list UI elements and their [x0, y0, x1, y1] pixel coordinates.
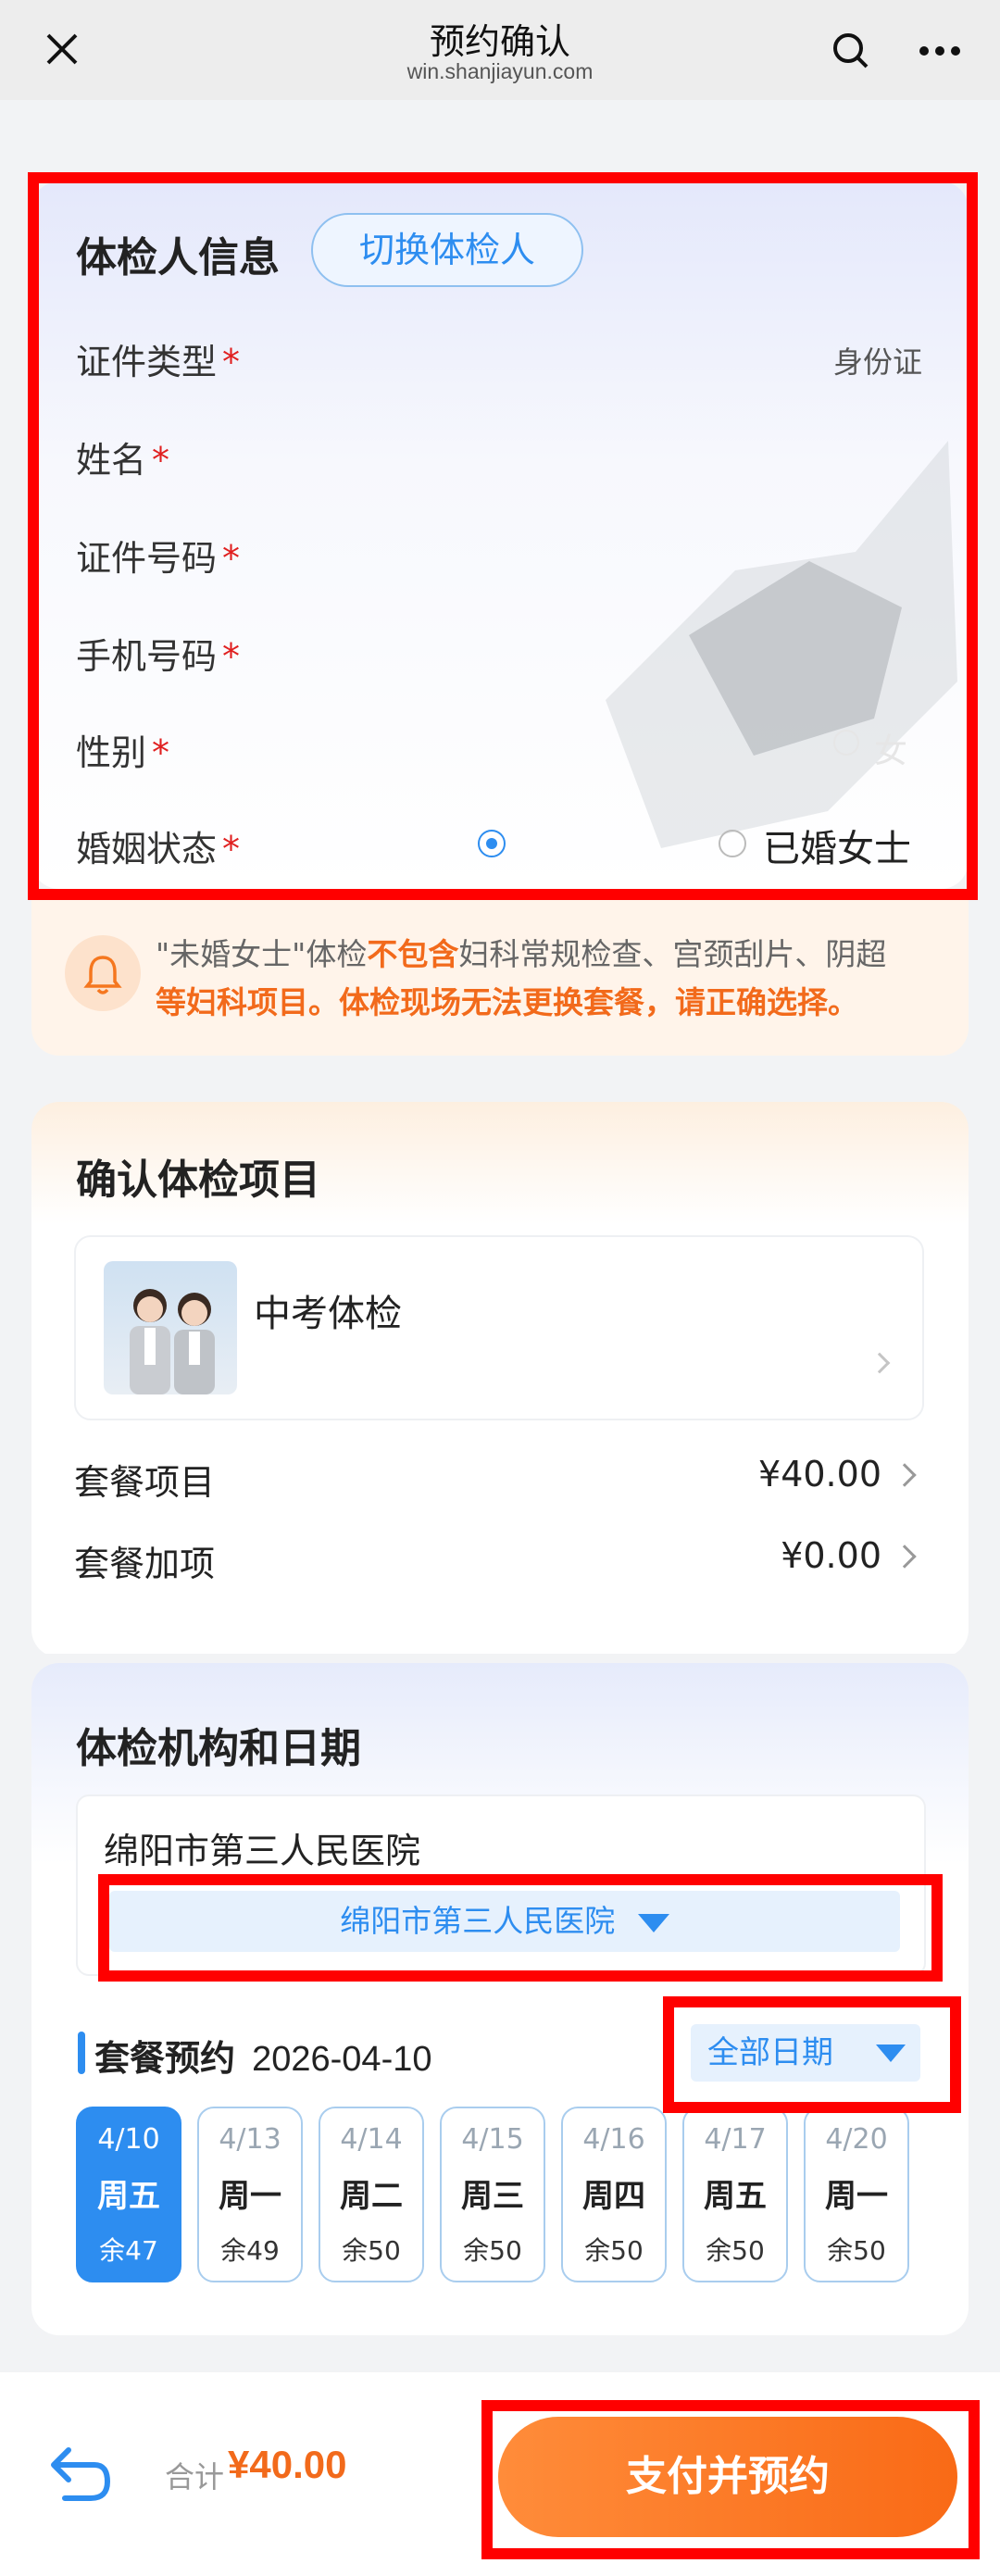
notice-emphasis: 不包含	[367, 936, 459, 972]
marital-married-label: 已婚女士	[763, 828, 911, 870]
pay-and-book-label: 支付并预约	[626, 2453, 830, 2500]
switch-person-label: 切换体检人	[358, 230, 535, 270]
total-value: ¥40.00	[228, 2443, 347, 2486]
package-name: 中考体检	[254, 1293, 402, 1335]
hospital-select[interactable]: 绵阳市第三人民医院	[109, 1891, 900, 1952]
chevron-right-icon	[869, 1352, 891, 1374]
date-cell-4-10[interactable]: 4/10 周五 余47	[76, 2107, 181, 2282]
marital-label: 婚姻状态 *	[76, 829, 241, 869]
watermark-graphic	[606, 441, 957, 848]
more-icon[interactable]	[917, 37, 963, 65]
package-thumbnail	[104, 1261, 237, 1394]
notice-text-line1: "未婚女士"体检不包含妇科常规检查、宫颈刮片、阴超	[156, 936, 887, 972]
items-section-title: 确认体检项目	[76, 1157, 320, 1204]
name-field[interactable]	[333, 422, 926, 481]
all-dates-select[interactable]: 全部日期	[691, 2024, 920, 2082]
booking-label: 套餐预约 2026-04-10	[94, 2038, 432, 2079]
all-dates-label: 全部日期	[707, 2034, 833, 2071]
package-items-label: 套餐项目	[74, 1462, 216, 1503]
bell-icon	[65, 935, 141, 1011]
package-card[interactable]: 中考体检	[74, 1235, 924, 1420]
gender-label: 性别 *	[76, 732, 170, 773]
switch-person-button[interactable]: 切换体检人	[311, 213, 583, 287]
notice-text-line2: 等妇科项目。体检现场无法更换套餐，请正确选择。	[156, 984, 858, 1020]
name-label: 姓名 *	[76, 440, 170, 481]
package-items-value: ¥40.00	[758, 1454, 881, 1494]
gender-radio-female[interactable]	[833, 730, 859, 756]
caret-down-icon	[637, 1913, 669, 1932]
nav-bar: 预约确认 win.shanjiayun.com	[0, 0, 1000, 100]
phone-label: 手机号码 *	[76, 636, 241, 677]
date-cell-4-20[interactable]: 4/20 周一 余50	[804, 2107, 909, 2282]
person-section-title: 体检人信息	[76, 234, 280, 281]
total-label: 合计	[165, 2459, 225, 2495]
id-type-label: 证件类型 *	[76, 342, 241, 382]
package-addon-value: ¥0.00	[781, 1535, 881, 1576]
date-cell-4-16[interactable]: 4/16 周四 余50	[561, 2107, 667, 2282]
marital-radio-unmarried[interactable]	[478, 830, 506, 857]
marital-radio-married[interactable]	[719, 830, 746, 857]
back-arrow-icon[interactable]	[39, 2437, 113, 2511]
gender-female-label: 女	[874, 732, 908, 770]
booking-date: 2026-04-10	[252, 2040, 432, 2079]
hospital-name: 绵阳市第三人民医院	[104, 1831, 421, 1871]
id-number-label: 证件号码 *	[76, 538, 241, 579]
caret-down-icon	[876, 2045, 906, 2062]
date-cell-4-13[interactable]: 4/13 周一 余49	[197, 2107, 303, 2282]
booking-accent-bar	[78, 2032, 85, 2074]
search-icon[interactable]	[830, 30, 872, 72]
date-cell-4-17[interactable]: 4/17 周五 余50	[682, 2107, 788, 2282]
id-number-field[interactable]	[333, 520, 926, 580]
institution-section-title: 体检机构和日期	[76, 1725, 361, 1772]
date-cell-4-14[interactable]: 4/14 周二 余50	[319, 2107, 424, 2282]
date-cell-4-15[interactable]: 4/15 周三 余50	[440, 2107, 545, 2282]
package-addon-label: 套餐加项	[74, 1544, 216, 1584]
hospital-select-label: 绵阳市第三人民医院	[340, 1903, 616, 1939]
id-type-value[interactable]: 身份证	[833, 339, 922, 381]
pay-and-book-button[interactable]: 支付并预约	[498, 2417, 957, 2537]
phone-field[interactable]	[333, 619, 926, 678]
